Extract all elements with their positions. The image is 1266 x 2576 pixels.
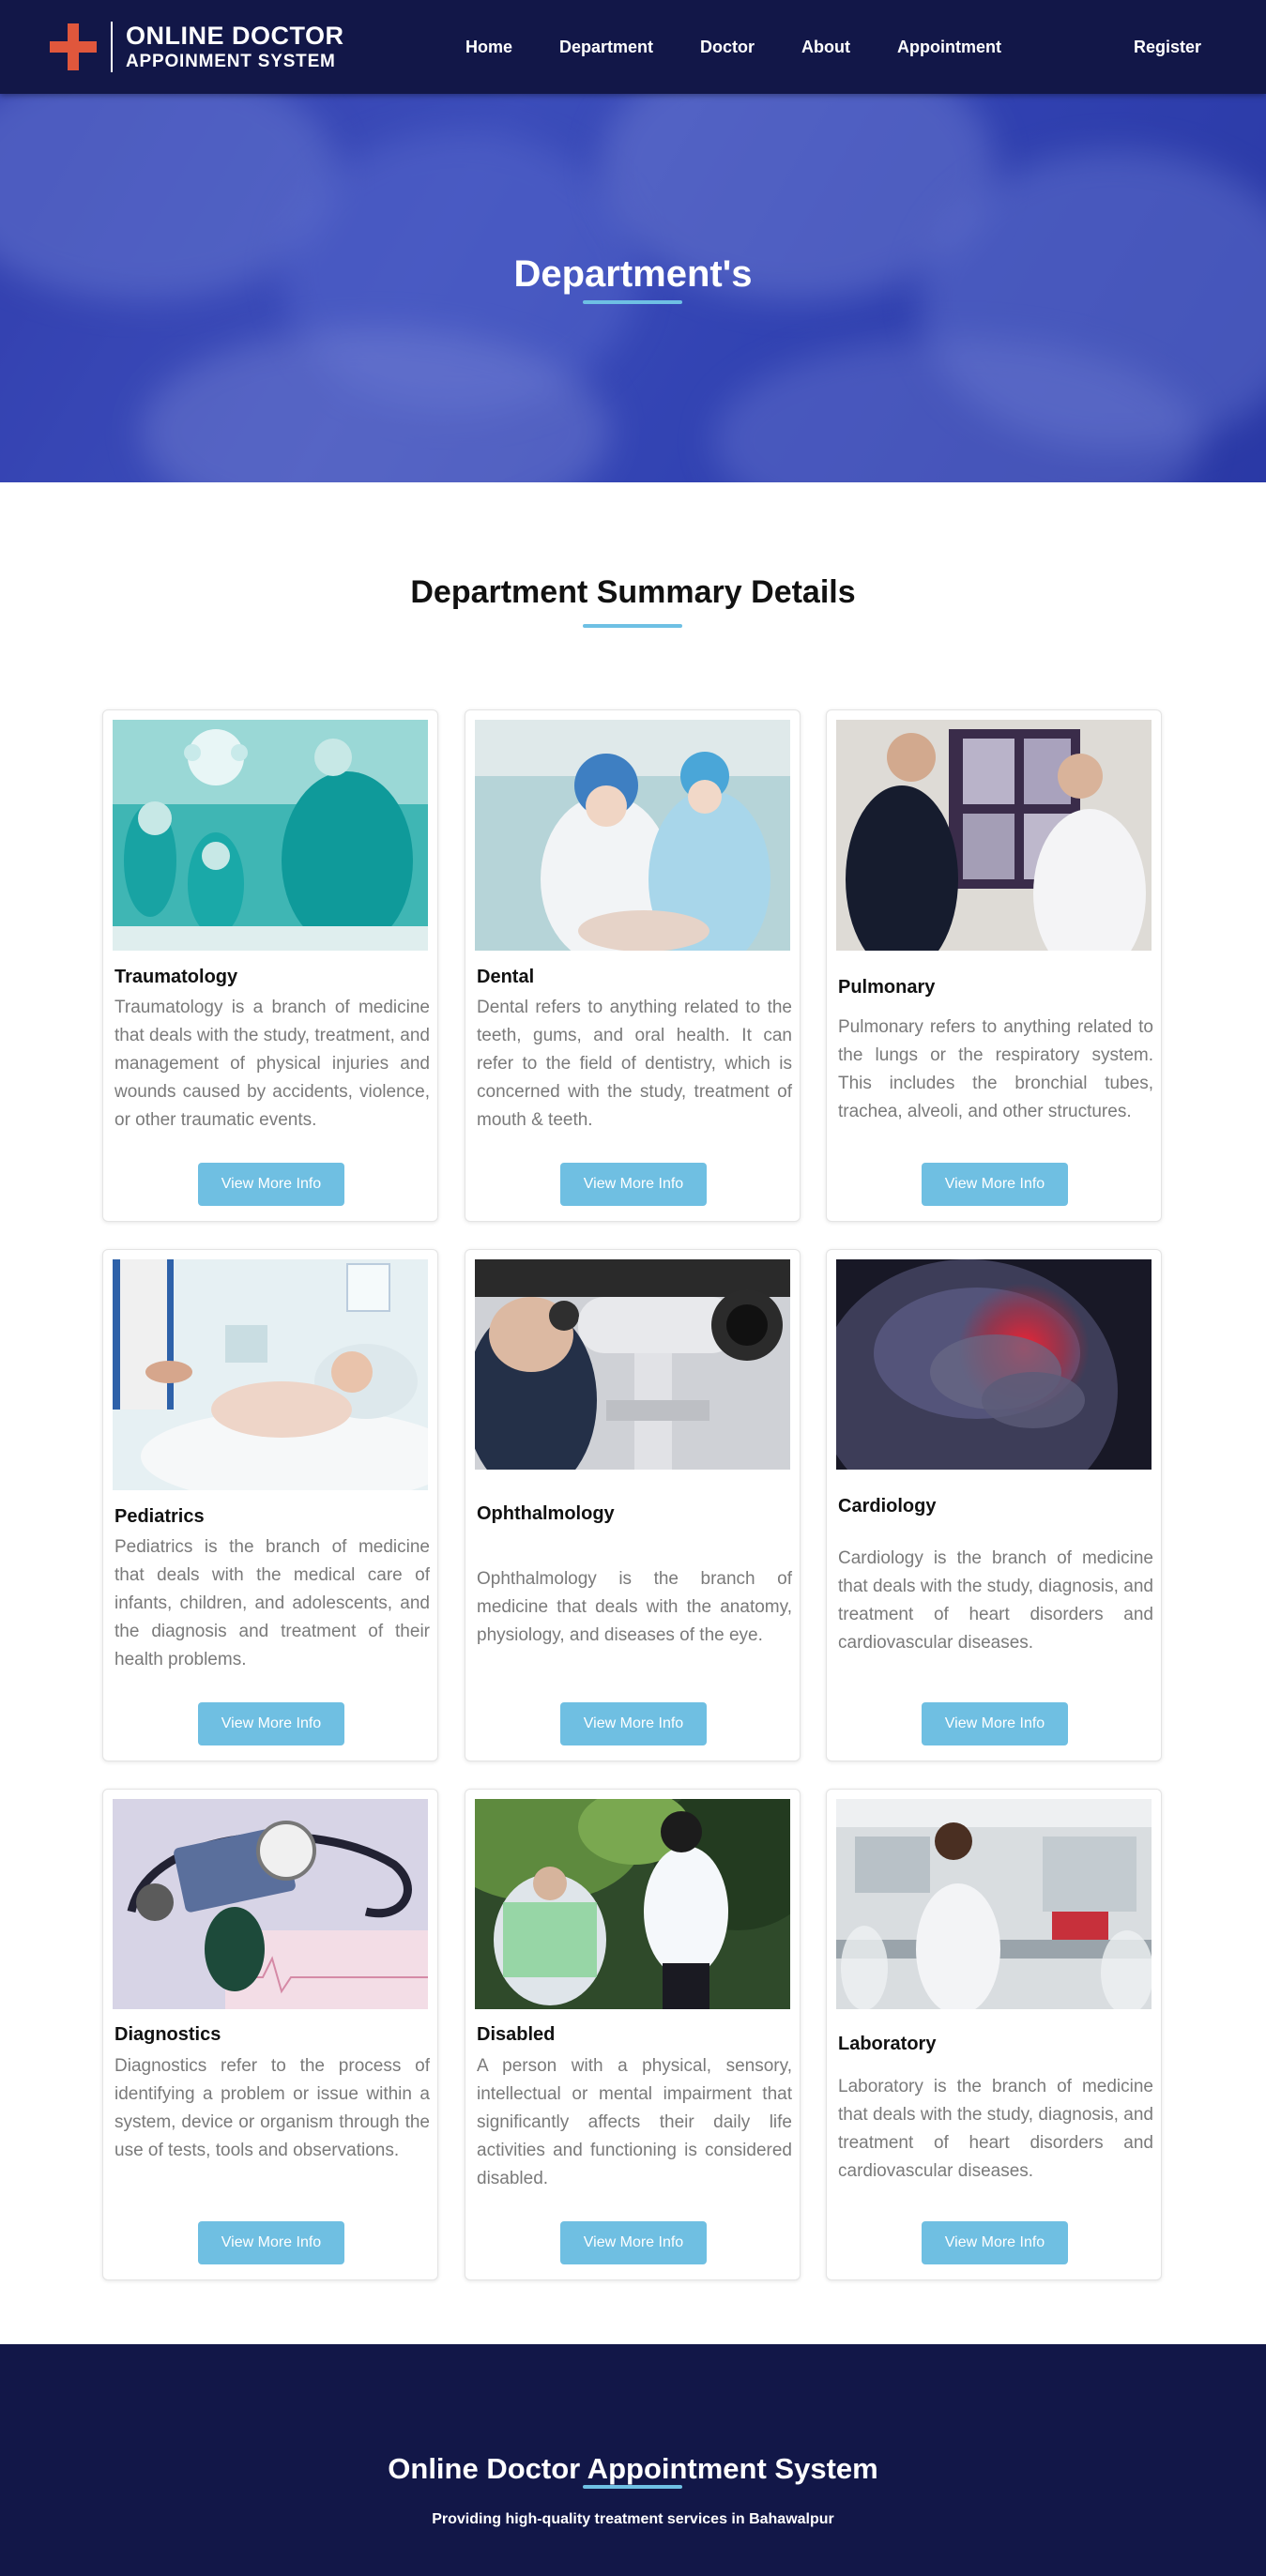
diagnostics-image: [113, 1799, 428, 2009]
footer-title: Online Doctor Appointment System: [388, 2452, 878, 2485]
view-more-info-button[interactable]: View More Info: [198, 1702, 344, 1745]
department-title: Pediatrics: [114, 1506, 205, 1527]
logo-divider: [111, 22, 113, 72]
cardiology-image: [836, 1259, 1152, 1470]
department-card-pediatrics: Pediatrics Pediatrics is the branch of m…: [102, 1249, 438, 1761]
nav-link-doctor[interactable]: Doctor: [700, 38, 755, 57]
department-title: Traumatology: [114, 967, 238, 987]
register-link[interactable]: Register: [1134, 0, 1201, 94]
medical-cross-icon: [47, 21, 99, 73]
nav-link-appointment[interactable]: Appointment: [897, 38, 1001, 57]
nav-links: Home Department Doctor About Appointment: [465, 0, 1048, 94]
ophthalmology-image: [475, 1259, 790, 1470]
section-underline: [583, 624, 682, 628]
department-description: Ophthalmology is the branch of medicine …: [477, 1569, 792, 1645]
nav-link-department[interactable]: Department: [559, 38, 653, 57]
department-card-traumatology: Traumatology Traumatology is a branch of…: [102, 709, 438, 1222]
view-more-info-button[interactable]: View More Info: [560, 1702, 707, 1745]
nav-link-home[interactable]: Home: [465, 38, 512, 57]
footer-subtitle: Providing high-quality treatment service…: [432, 2511, 834, 2527]
view-more-info-button[interactable]: View More Info: [922, 1702, 1068, 1745]
department-card-cardiology: Cardiology Cardiology is the branch of m…: [826, 1249, 1162, 1761]
view-more-info-button[interactable]: View More Info: [922, 2221, 1068, 2264]
footer-underline: [583, 2485, 682, 2489]
pediatrics-image: [113, 1259, 428, 1490]
department-title: Ophthalmology: [477, 1503, 615, 1524]
department-card-dental: Dental Dental refers to anything related…: [465, 709, 801, 1222]
view-more-info-button[interactable]: View More Info: [922, 1163, 1068, 1206]
dental-image: [475, 720, 790, 951]
department-description: Laboratory is the branch of medicine tha…: [838, 2077, 1153, 2181]
navbar: ONLINE DOCTOR APPOINMENT SYSTEM Home Dep…: [0, 0, 1266, 94]
department-description: Cardiology is the branch of medicine tha…: [838, 1548, 1153, 1653]
logo-line1: ONLINE DOCTOR: [126, 22, 344, 50]
view-more-info-button[interactable]: View More Info: [198, 1163, 344, 1206]
department-description: Dental refers to anything related to the…: [477, 998, 792, 1130]
pulmonary-image: [836, 720, 1152, 951]
logo-text: ONLINE DOCTOR APPOINMENT SYSTEM: [126, 22, 344, 71]
department-title: Disabled: [477, 2024, 556, 2045]
department-card-disabled: Disabled A person with a physical, senso…: [465, 1789, 801, 2280]
department-title: Cardiology: [838, 1496, 937, 1517]
department-card-diagnostics: Diagnostics Diagnostics refer to the pro…: [102, 1789, 438, 2280]
view-more-info-button[interactable]: View More Info: [198, 2221, 344, 2264]
department-description: Diagnostics refer to the process of iden…: [114, 2056, 430, 2160]
hero-title: Department's: [513, 253, 753, 295]
logo-line2: APPOINMENT SYSTEM: [126, 52, 336, 71]
department-title: Laboratory: [838, 2034, 937, 2054]
section-title: Department Summary Details: [410, 574, 856, 610]
department-title: Diagnostics: [114, 2024, 221, 2045]
traumatology-image: [113, 720, 428, 951]
nav-link-about[interactable]: About: [801, 38, 850, 57]
site-logo[interactable]: ONLINE DOCTOR APPOINMENT SYSTEM: [47, 21, 344, 73]
department-description: Traumatology is a branch of medicine tha…: [114, 998, 430, 1130]
hero-banner: Department's: [0, 94, 1266, 482]
laboratory-image: [836, 1799, 1152, 2009]
view-more-info-button[interactable]: View More Info: [560, 1163, 707, 1206]
footer: Online Doctor Appointment System Providi…: [0, 2344, 1266, 2576]
view-more-info-button[interactable]: View More Info: [560, 2221, 707, 2264]
department-card-ophthalmology: Ophthalmology Ophthalmology is the branc…: [465, 1249, 801, 1761]
department-title: Pulmonary: [838, 977, 936, 998]
department-card-pulmonary: Pulmonary Pulmonary refers to anything r…: [826, 709, 1162, 1222]
department-title: Dental: [477, 967, 535, 987]
hero-underline: [583, 300, 682, 304]
department-description: Pediatrics is the branch of medicine tha…: [114, 1537, 430, 1669]
department-description: Pulmonary refers to anything related to …: [838, 1017, 1153, 1121]
disabled-image: [475, 1799, 790, 2009]
department-description: A person with a physical, sensory, intel…: [477, 2056, 792, 2188]
department-card-laboratory: Laboratory Laboratory is the branch of m…: [826, 1789, 1162, 2280]
